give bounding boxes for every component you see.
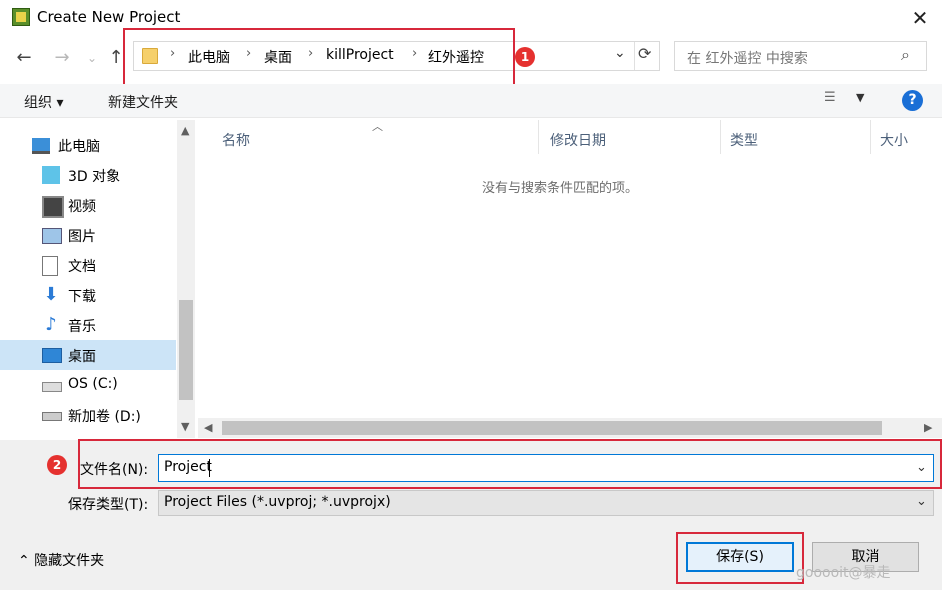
view-options-icon[interactable]: ☰	[824, 90, 846, 108]
annotation-badge-1: 1	[515, 47, 535, 67]
sidebar-item-label: 视频	[68, 199, 96, 215]
sidebar-item-label: 3D 对象	[68, 169, 121, 185]
sidebar-item-pictures[interactable]: 图片	[0, 220, 176, 250]
search-box[interactable]: 在 红外遥控 中搜索 ⌕	[674, 41, 927, 71]
annotation-box-address	[123, 28, 515, 86]
address-dropdown-icon[interactable]: ⌄	[614, 45, 626, 61]
document-icon	[42, 256, 58, 276]
sidebar-item-label: OS (C:)	[68, 376, 118, 392]
scroll-up-icon[interactable]: ▲	[181, 124, 189, 137]
watermark: gooooit@暴走	[796, 565, 891, 581]
column-divider	[538, 120, 539, 154]
window-title: Create New Project	[37, 8, 181, 26]
desktop-icon	[42, 348, 62, 363]
column-divider	[720, 120, 721, 154]
divider	[634, 42, 635, 70]
music-icon: ♪	[45, 314, 57, 335]
sidebar-item-label: 此电脑	[58, 139, 100, 155]
search-icon: ⌕	[901, 45, 910, 64]
forward-button[interactable]: →	[50, 46, 74, 70]
filetype-dropdown-icon[interactable]: ⌄	[916, 494, 927, 509]
picture-icon	[42, 228, 62, 244]
sidebar-item-label: 下载	[68, 289, 96, 305]
new-folder-button[interactable]: 新建文件夹	[108, 92, 178, 112]
sidebar-scrollbar[interactable]: ▲ ▼	[177, 120, 195, 438]
cube-3d-icon	[42, 166, 60, 184]
keil-app-icon	[12, 8, 30, 26]
close-button[interactable]: ✕	[908, 6, 932, 30]
drive-c-icon	[42, 382, 62, 392]
empty-message: 没有与搜索条件匹配的项。	[482, 181, 639, 196]
sidebar-item-music[interactable]: ♪ 音乐	[0, 310, 176, 340]
file-list: ︿ 名称 修改日期 类型 大小 没有与搜索条件匹配的项。	[198, 120, 942, 438]
view-dropdown-icon[interactable]: ▼	[856, 91, 864, 104]
help-icon[interactable]: ?	[902, 90, 923, 111]
sidebar-item-label: 文档	[68, 259, 96, 275]
drive-d-icon	[42, 412, 62, 421]
sidebar-item-label: 新加卷 (D:)	[68, 409, 141, 425]
search-placeholder: 在 红外遥控 中搜索	[687, 51, 808, 67]
column-header-name[interactable]: 名称	[222, 130, 250, 150]
filetype-label: 保存类型(T):	[68, 497, 149, 513]
back-button[interactable]: ←	[12, 46, 36, 70]
sidebar-item-drive-d[interactable]: 新加卷 (D:)	[0, 400, 176, 430]
sidebar-item-this-pc[interactable]: 此电脑	[0, 130, 176, 160]
computer-icon	[32, 138, 50, 154]
column-header-type[interactable]: 类型	[730, 130, 758, 150]
recent-locations-button[interactable]: ⌄	[80, 46, 104, 70]
toolbar: 组织 ▾ 新建文件夹 ☰ ▼ ?	[0, 84, 942, 118]
scroll-down-icon[interactable]: ▼	[181, 420, 189, 433]
hide-folders-toggle[interactable]: ⌃ 隐藏文件夹	[18, 550, 104, 570]
column-divider	[870, 120, 871, 154]
download-icon: ⬇	[43, 284, 59, 305]
column-header-size[interactable]: 大小	[880, 130, 908, 150]
sidebar-item-videos[interactable]: 视频	[0, 190, 176, 220]
sidebar-item-label: 图片	[68, 229, 96, 245]
refresh-icon[interactable]: ⟳	[638, 44, 651, 63]
filetype-select[interactable]: Project Files (*.uvproj; *.uvprojx) ⌄	[158, 490, 934, 516]
sidebar-item-label: 桌面	[68, 349, 96, 365]
sidebar-item-documents[interactable]: 文档	[0, 250, 176, 280]
sidebar-item-desktop[interactable]: 桌面	[0, 340, 176, 370]
sidebar-item-label: 音乐	[68, 319, 96, 335]
column-header-date[interactable]: 修改日期	[550, 130, 606, 150]
annotation-box-filename	[78, 439, 942, 489]
sort-ascending-icon: ︿	[372, 120, 383, 133]
video-icon	[42, 196, 64, 218]
navigation-pane: 此电脑 3D 对象 视频 图片 文档 ⬇ 下载 ♪ 音乐 桌面 OS (C:) …	[0, 120, 176, 438]
file-list-scrollbar[interactable]: ◀ ▶	[198, 418, 942, 438]
scroll-left-icon[interactable]: ◀	[204, 421, 212, 434]
filetype-value: Project Files (*.uvproj; *.uvprojx)	[164, 494, 391, 510]
sidebar-item-3d-objects[interactable]: 3D 对象	[0, 160, 176, 190]
scrollbar-thumb[interactable]	[222, 421, 882, 435]
scrollbar-thumb[interactable]	[179, 300, 193, 400]
sidebar-item-downloads[interactable]: ⬇ 下载	[0, 280, 176, 310]
scroll-right-icon[interactable]: ▶	[924, 421, 932, 434]
organize-menu[interactable]: 组织 ▾	[24, 92, 63, 112]
sidebar-item-drive-c[interactable]: OS (C:)	[0, 370, 176, 400]
annotation-box-save	[676, 532, 804, 584]
annotation-badge-2: 2	[47, 455, 67, 475]
